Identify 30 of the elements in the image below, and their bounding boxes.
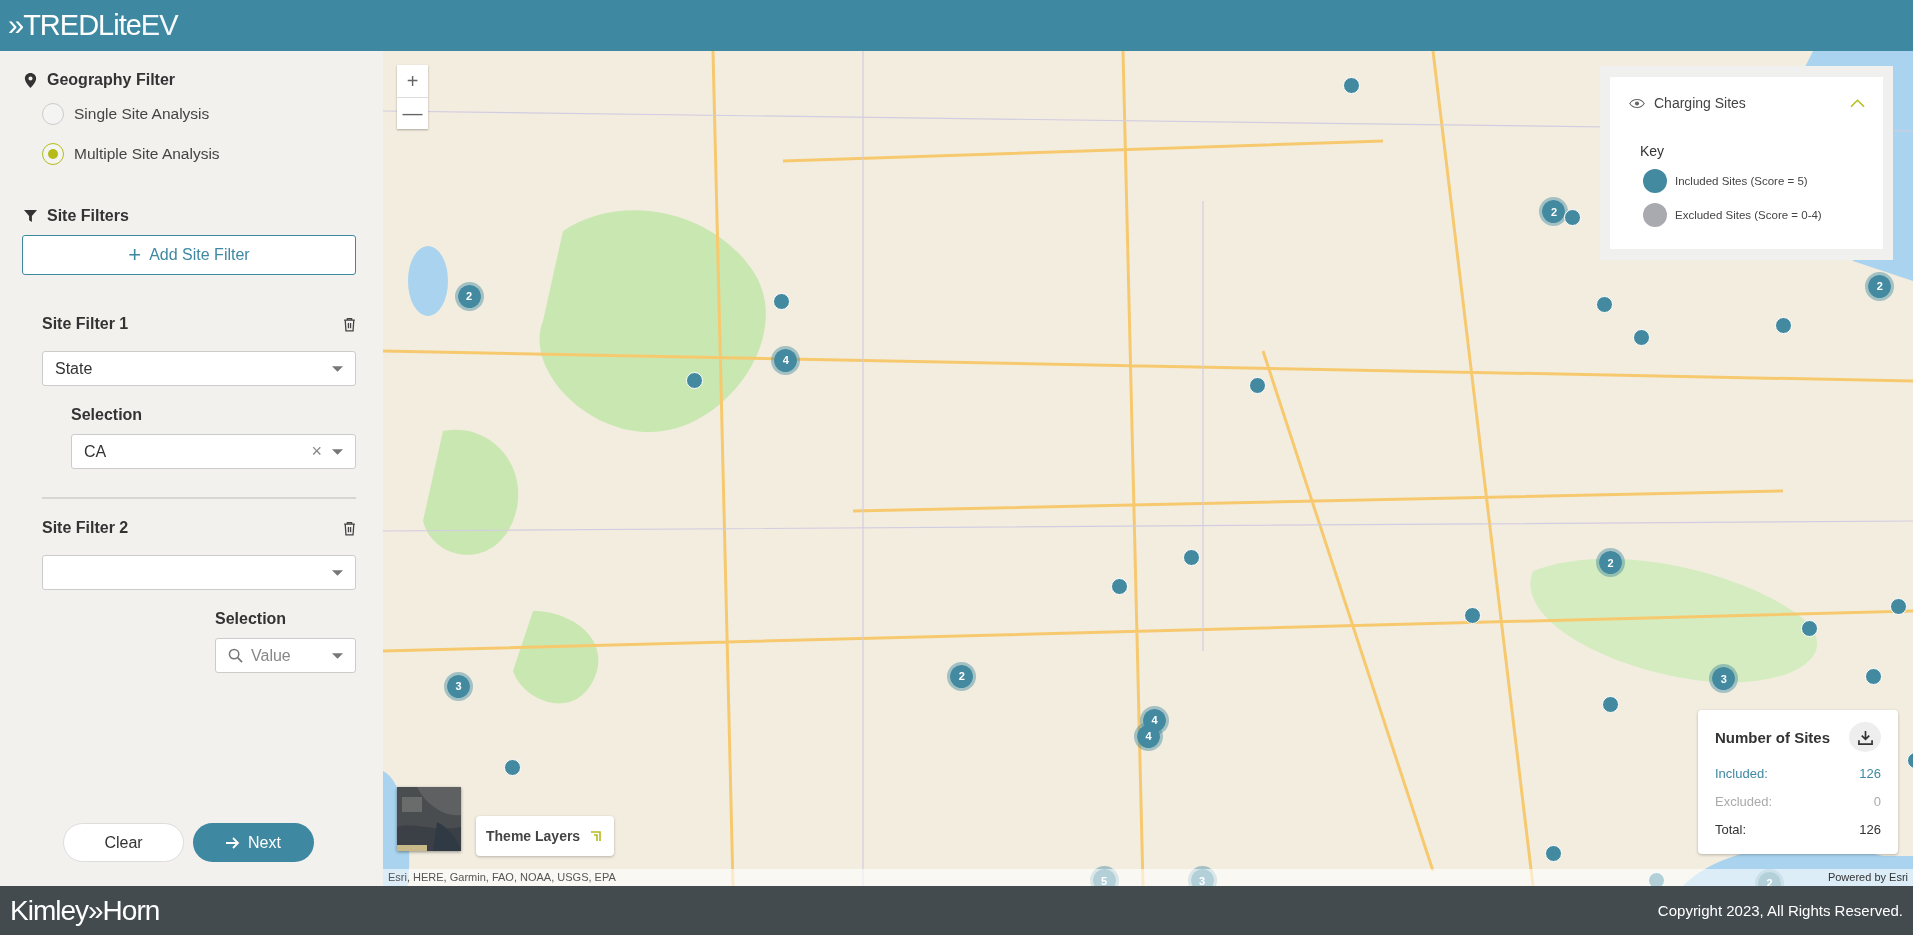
dropdown-field[interactable]: CA ×	[71, 434, 356, 469]
copyright-text: Copyright 2023, All Rights Reserved.	[1657, 902, 1903, 919]
dropdown-field[interactable]: State	[42, 351, 356, 386]
next-button[interactable]: Next	[193, 823, 314, 862]
filter-title: Site Filter 1	[42, 315, 129, 333]
clear-icon[interactable]: ×	[311, 441, 322, 462]
location-pin-icon	[24, 72, 37, 88]
caret-icon	[332, 448, 343, 455]
caret-icon	[332, 365, 343, 372]
arrow-right-icon	[226, 836, 241, 849]
search-icon	[228, 648, 243, 663]
radio-label[interactable]: Single Site Analysis	[74, 105, 210, 123]
filter-title: Site Filter 2	[42, 519, 129, 537]
dropdown-field[interactable]: Value	[215, 638, 356, 673]
clear-button[interactable]: Clear	[63, 823, 184, 862]
section-title: Site Filters	[47, 207, 129, 225]
footer-logo: Kimley»Horn	[10, 894, 160, 927]
radio-label[interactable]: Multiple Site Analysis	[74, 145, 220, 163]
caret-icon	[332, 652, 343, 659]
caret-icon	[332, 569, 343, 576]
delete-icon[interactable]	[343, 520, 356, 536]
radio-button[interactable]	[42, 143, 64, 165]
delete-icon[interactable]	[343, 316, 356, 332]
radio-button[interactable]	[42, 103, 64, 125]
field-label: Selection	[215, 610, 288, 628]
app-logo: »TREDLiteEV	[8, 9, 178, 42]
field-label: Selection	[71, 406, 144, 424]
filter-icon	[24, 208, 37, 224]
dropdown-field[interactable]	[42, 555, 356, 590]
section-title: Geography Filter	[47, 71, 176, 89]
